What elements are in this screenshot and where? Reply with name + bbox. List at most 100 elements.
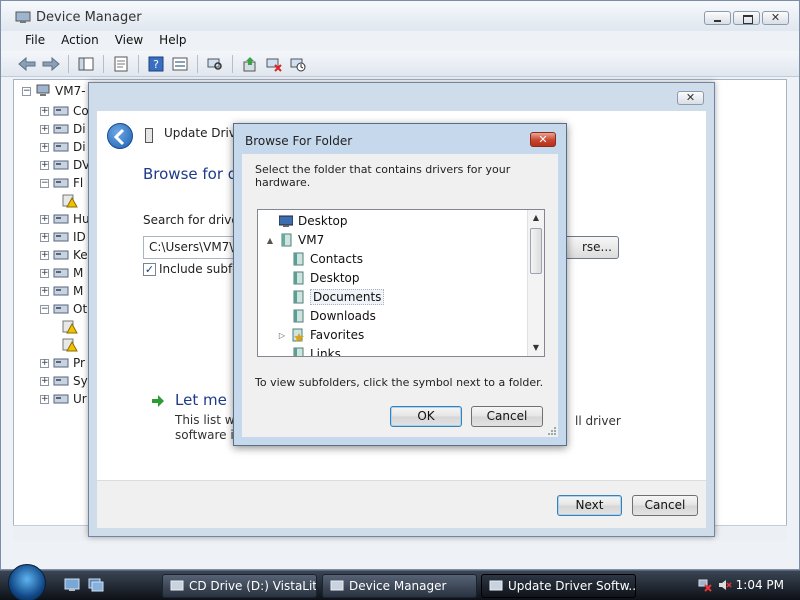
- tree-item[interactable]: + Sy: [40, 372, 88, 390]
- close-button[interactable]: ✕: [530, 132, 556, 147]
- expand-expander[interactable]: +: [40, 286, 49, 296]
- tree-item[interactable]: + Ke: [40, 246, 88, 264]
- tree-item-label: Pr: [73, 356, 85, 370]
- scan-hardware-icon[interactable]: [205, 54, 225, 74]
- taskbar-button[interactable]: Device Manager: [322, 574, 477, 598]
- tree-item[interactable]: + Ur: [40, 390, 87, 408]
- tree-item[interactable]: [62, 318, 78, 336]
- minimize-button[interactable]: [704, 11, 731, 25]
- folder-tree-item[interactable]: Documents: [278, 288, 385, 306]
- contacts-icon: [293, 252, 304, 266]
- tree-item[interactable]: + Pr: [40, 354, 85, 372]
- tree-root[interactable]: − VM7-: [22, 82, 86, 100]
- show-desktop-icon[interactable]: [64, 578, 80, 592]
- network-disconnected-icon[interactable]: [698, 578, 712, 592]
- device-icon: [145, 128, 153, 143]
- expand-expander[interactable]: +: [40, 106, 49, 116]
- folder-tree-item[interactable]: ▲ VM7: [266, 231, 324, 249]
- folder-tree-item[interactable]: ▷ Favorites: [278, 326, 364, 344]
- floppy-icon: [53, 178, 69, 188]
- status-bar: [1, 547, 799, 565]
- expand-triangle-icon[interactable]: ▷: [278, 331, 286, 340]
- cancel-button[interactable]: Cancel: [632, 495, 698, 516]
- expand-triangle-icon[interactable]: ▲: [266, 236, 274, 245]
- scroll-up-arrow[interactable]: ▲: [528, 210, 544, 226]
- cancel-button[interactable]: Cancel: [471, 406, 543, 427]
- volume-muted-icon[interactable]: [718, 578, 732, 592]
- taskbar-button-label: CD Drive (D:) VistaLite: [189, 579, 317, 593]
- next-button[interactable]: Next: [557, 495, 622, 516]
- browse-for-folder-dialog: Browse For Folder ✕ Select the folder th…: [233, 123, 567, 446]
- tree-root-label: VM7-: [55, 84, 86, 98]
- tree-item[interactable]: + Di: [40, 120, 86, 138]
- tree-item[interactable]: + ID: [40, 228, 86, 246]
- folder-tree-item[interactable]: Links: [278, 345, 341, 356]
- clock[interactable]: 1:04 PM: [736, 578, 784, 592]
- folder-tree-item[interactable]: Downloads: [278, 307, 376, 325]
- tree-item[interactable]: + M: [40, 282, 83, 300]
- folder-icon: [293, 271, 304, 285]
- switch-windows-icon[interactable]: [88, 578, 104, 592]
- maximize-button[interactable]: [733, 11, 760, 25]
- downloads-icon: [293, 309, 304, 323]
- expand-expander[interactable]: +: [40, 250, 49, 260]
- update-driver-icon[interactable]: [240, 54, 260, 74]
- scroll-down-arrow[interactable]: ▼: [528, 340, 544, 356]
- show-hide-tree-icon[interactable]: [76, 54, 96, 74]
- tree-item[interactable]: + Hu: [40, 210, 90, 228]
- update-driver-close-button[interactable]: ✕: [677, 91, 704, 105]
- expand-expander[interactable]: +: [40, 358, 49, 368]
- tree-item[interactable]: + Di: [40, 138, 86, 156]
- close-button[interactable]: ✕: [762, 11, 789, 25]
- expand-expander[interactable]: +: [40, 376, 49, 386]
- expand-expander[interactable]: +: [40, 232, 49, 242]
- menu-bar: File Action View Help: [1, 31, 799, 49]
- ok-button[interactable]: OK: [390, 406, 462, 427]
- tree-item[interactable]: [62, 192, 78, 210]
- folder-tree-item[interactable]: Contacts: [278, 250, 363, 268]
- description-line-1-end: ll driver: [575, 414, 621, 428]
- menu-action[interactable]: Action: [53, 31, 107, 49]
- forward-arrow-icon[interactable]: [41, 54, 61, 74]
- menu-help[interactable]: Help: [151, 31, 194, 49]
- expand-expander[interactable]: +: [40, 142, 49, 152]
- toolbar-separator: [197, 54, 198, 73]
- folder-tree-item[interactable]: Desktop: [278, 269, 360, 287]
- expand-expander[interactable]: +: [40, 160, 49, 170]
- menu-view[interactable]: View: [107, 31, 151, 49]
- mouse-icon: [53, 268, 69, 278]
- system-device-icon: [53, 376, 69, 386]
- folder-tree[interactable]: Desktop ▲ VM7 Contacts Desktop Documents Downl…: [257, 209, 545, 357]
- scroll-thumb[interactable]: [530, 228, 542, 274]
- tree-item[interactable]: + DV: [40, 156, 90, 174]
- vertical-scrollbar[interactable]: ▲ ▼: [527, 210, 544, 356]
- tree-item-label: Ur: [73, 392, 87, 406]
- back-arrow-icon[interactable]: [17, 54, 37, 74]
- tree-item[interactable]: + M: [40, 264, 83, 282]
- tree-item[interactable]: [62, 336, 78, 354]
- disable-device-icon[interactable]: [288, 54, 308, 74]
- start-button[interactable]: [8, 564, 46, 600]
- folder-tree-item[interactable]: Desktop: [266, 212, 348, 230]
- menu-file[interactable]: File: [17, 31, 53, 49]
- device-manager-titlebar[interactable]: Device Manager ✕: [1, 1, 799, 33]
- tree-item[interactable]: + Co: [40, 102, 89, 120]
- expand-expander[interactable]: +: [40, 268, 49, 278]
- uninstall-icon[interactable]: [264, 54, 284, 74]
- help-icon[interactable]: ?: [146, 54, 166, 74]
- resize-grip-icon[interactable]: [546, 425, 556, 435]
- taskbar-button[interactable]: Update Driver Softw...: [481, 574, 636, 598]
- properties-icon[interactable]: [111, 54, 131, 74]
- tree-item[interactable]: − Ot: [40, 300, 87, 318]
- view-icon[interactable]: [170, 54, 190, 74]
- collapse-expander[interactable]: −: [40, 178, 49, 188]
- include-subfolders-checkbox[interactable]: ✓: [143, 263, 156, 276]
- expand-expander[interactable]: +: [40, 394, 49, 404]
- expand-expander[interactable]: +: [40, 124, 49, 134]
- collapse-expander[interactable]: −: [40, 304, 49, 314]
- back-button[interactable]: [107, 123, 133, 149]
- taskbar-button[interactable]: CD Drive (D:) VistaLite: [162, 574, 317, 598]
- collapse-expander[interactable]: −: [22, 86, 31, 96]
- expand-expander[interactable]: +: [40, 214, 49, 224]
- tree-item[interactable]: − Fl: [40, 174, 83, 192]
